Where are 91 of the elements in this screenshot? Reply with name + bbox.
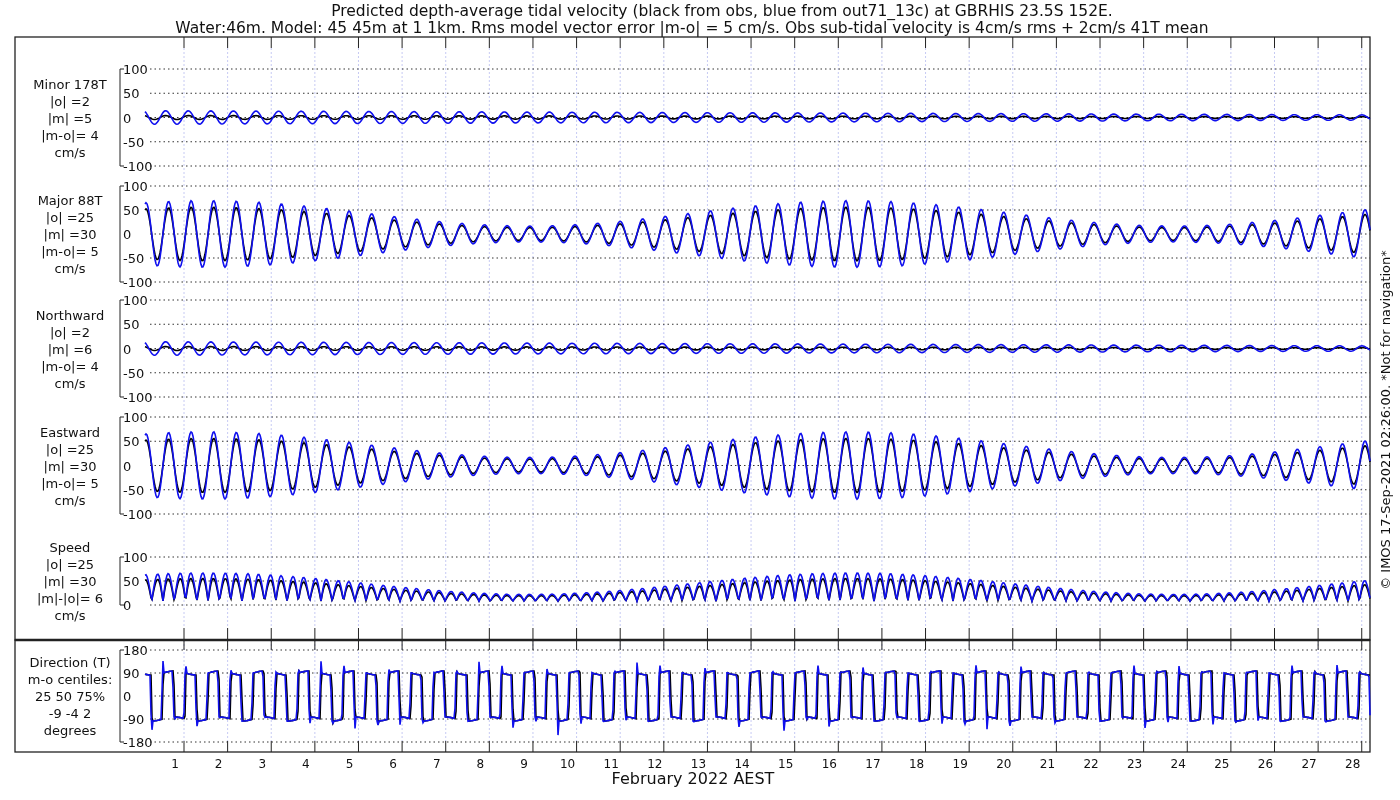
y-tick-label: -100: [123, 275, 153, 290]
x-tick-label: 16: [821, 757, 837, 771]
x-tick-label: 20: [996, 757, 1012, 771]
panel-label: |m| =5: [47, 110, 93, 126]
copyright-note: © IMOS 17-Sep-2021 02:26:00. *Not for navigation*: [1378, 250, 1393, 590]
x-tick-label: 28: [1345, 757, 1361, 771]
x-tick-label: 12: [647, 757, 663, 771]
panel-label: m-o centiles:: [27, 672, 113, 687]
panel-label: |m|-|o|= 6: [36, 591, 104, 606]
x-tick-label: 22: [1083, 757, 1099, 771]
x-tick-label: 17: [865, 757, 881, 771]
y-tick-label: 0: [123, 598, 132, 613]
y-tick-label: 50: [123, 203, 140, 218]
panel-label: Major 88T: [37, 193, 103, 208]
x-tick-label: 11: [603, 757, 619, 771]
x-tick-label: 21: [1039, 757, 1056, 771]
panel-label: cm/s: [54, 608, 86, 623]
y-tick-label: 100: [123, 293, 148, 308]
x-tick-label: 24: [1170, 757, 1186, 771]
x-tick-label: 25: [1214, 757, 1230, 771]
panel-label: |m-o|= 4: [41, 358, 99, 374]
y-tick-label: -50: [123, 482, 145, 498]
panel-label: |o| =25: [45, 441, 95, 457]
y-tick-label: 100: [123, 62, 148, 77]
y-tick-label: 50: [123, 434, 140, 450]
y-tick-label: 0: [123, 458, 132, 474]
x-tick-label: 4: [302, 757, 310, 771]
panel-label: |m| =30: [43, 227, 97, 242]
panel-label: -9 -4 2: [48, 706, 92, 721]
panel-label: Direction (T): [29, 655, 111, 670]
y-tick-label: 100: [123, 179, 148, 194]
x-tick-label: 2: [214, 757, 223, 771]
panel-label: Eastward: [40, 424, 100, 440]
panel-label: Speed: [49, 540, 91, 555]
panel-label: |o| =25: [45, 557, 95, 572]
panel-label: |o| =25: [45, 210, 95, 225]
y-tick-label: 50: [123, 317, 140, 333]
panel-label: |m| =30: [43, 574, 97, 589]
x-tick-label: 5: [345, 757, 354, 771]
panel-label: cm/s: [54, 375, 86, 391]
panel-label: 25 50 75%: [34, 689, 106, 704]
y-tick-label: 180: [123, 643, 148, 658]
y-tick-label: -180: [123, 735, 153, 750]
y-tick-label: 90: [123, 666, 140, 681]
y-tick-label: -100: [123, 507, 153, 522]
y-tick-label: -100: [123, 390, 153, 405]
x-tick-label: 23: [1127, 757, 1143, 771]
x-tick-label: 19: [952, 757, 968, 771]
x-tick-label: 10: [559, 757, 576, 771]
y-tick-label: 50: [123, 574, 140, 589]
panel-label: Northward: [35, 307, 105, 323]
y-tick-label: -50: [123, 134, 145, 150]
y-tick-label: -90: [123, 712, 145, 727]
panel-label: cm/s: [54, 492, 86, 508]
x-tick-label: 7: [432, 757, 441, 771]
panel-label: |m-o|= 4: [41, 127, 99, 143]
x-tick-label: 1: [171, 757, 179, 771]
panel-label: degrees: [43, 723, 97, 738]
x-tick-label: 13: [690, 757, 707, 771]
x-tick-label: 26: [1257, 757, 1274, 771]
x-tick-label: 8: [476, 757, 485, 771]
y-tick-label: 0: [123, 689, 132, 704]
panel-label: Minor 178T: [33, 76, 107, 92]
y-tick-label: 50: [123, 86, 140, 102]
panel-label: |m| =6: [47, 341, 93, 357]
x-tick-label: 15: [778, 757, 794, 771]
y-tick-label: -50: [123, 365, 145, 381]
y-tick-label: 100: [123, 550, 148, 565]
x-tick-label: 14: [734, 757, 750, 771]
panel-label: |m-o|= 5: [41, 244, 99, 259]
panel-label: |o| =2: [50, 93, 90, 109]
y-tick-label: 0: [123, 227, 132, 242]
x-tick-label: 9: [520, 757, 528, 771]
panel-label: |m| =30: [43, 458, 97, 474]
y-tick-label: 0: [123, 110, 132, 126]
panel-label: |m-o|= 5: [41, 475, 99, 491]
x-tick-label: 27: [1301, 757, 1317, 771]
y-tick-label: -50: [123, 251, 145, 266]
panel-label: |o| =2: [50, 324, 90, 340]
x-axis-label: February 2022 AEST: [611, 769, 775, 788]
panel-label: cm/s: [54, 144, 86, 160]
x-tick-label: 3: [258, 757, 267, 771]
chart-title: Predicted depth-average tidal velocity (black from obs, blue from out71_13c) at GBRHIS 23.5S 152E.: [331, 2, 1113, 20]
panel-label: cm/s: [54, 261, 86, 276]
y-tick-label: 0: [123, 341, 132, 357]
chart-subtitle: Water:46m. Model: 45 45m at 1 1km. Rms model vector error |m-o| = 5 cm/s. Obs sub-tidal velocity is 4cm/s rms + 2cm/s 41T mean: [175, 19, 1209, 37]
y-tick-label: 100: [123, 410, 148, 425]
y-tick-label: -100: [123, 159, 153, 174]
x-tick-label: 6: [389, 757, 397, 771]
y-axis-line: [119, 556, 125, 606]
x-tick-label: 18: [908, 757, 925, 771]
